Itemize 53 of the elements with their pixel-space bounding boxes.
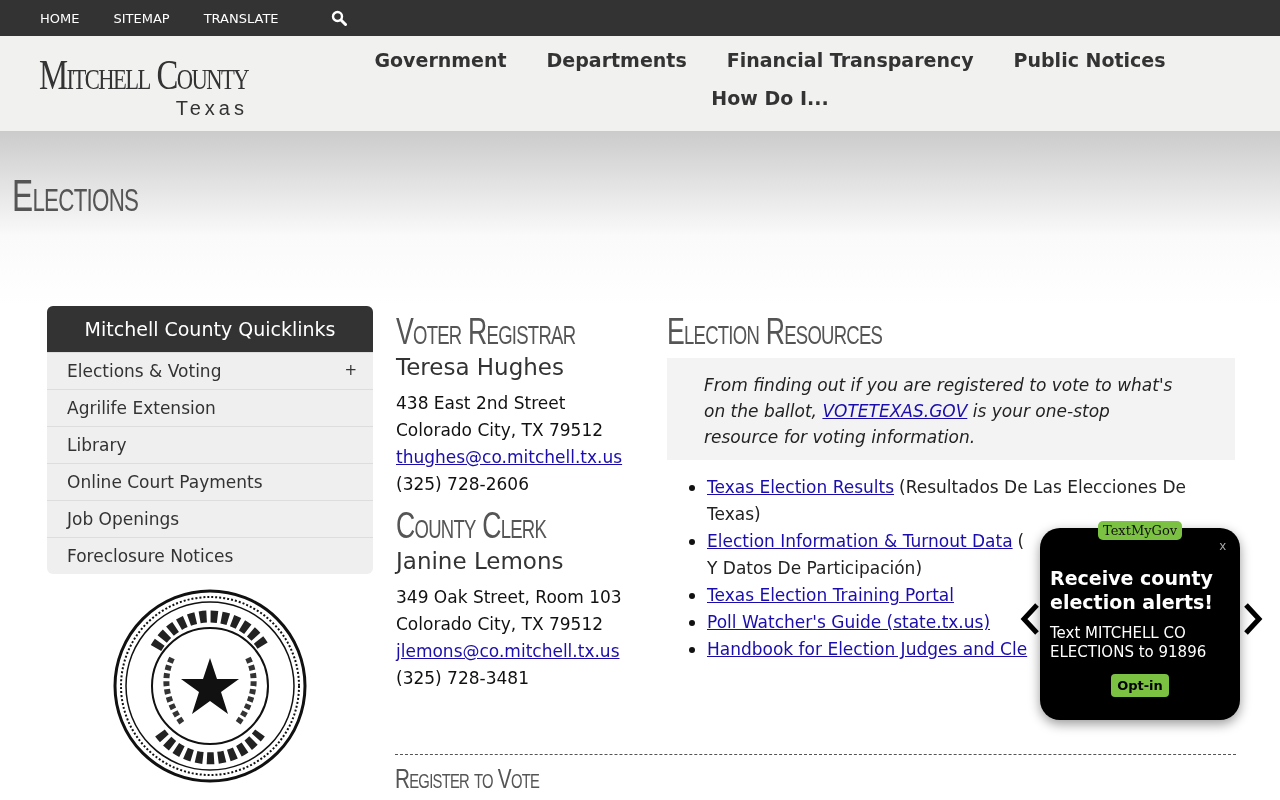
main-nav-link[interactable]: Departments: [546, 49, 687, 71]
email-link[interactable]: thughes@co.mitchell.tx.us: [396, 447, 623, 467]
resource-link[interactable]: Handbook for Election Judges and Cle: [707, 639, 1028, 659]
page-title: Elections: [12, 171, 139, 221]
search-icon[interactable]: [330, 10, 347, 26]
bullet-icon: [689, 593, 695, 599]
address-line: Colorado City, TX 79512: [396, 613, 605, 636]
resource-link[interactable]: Poll Watcher's Guide (state.tx.us): [707, 612, 991, 632]
phone-number: (325) 728-2606: [396, 473, 530, 496]
contact-name: Teresa Hughes: [396, 354, 565, 380]
resource-link[interactable]: Texas Election Results: [707, 477, 895, 497]
top-nav-link[interactable]: SITEMAP: [113, 10, 170, 26]
quicklinks-header: Mitchell County Quicklinks: [47, 306, 373, 352]
chevron-left-icon[interactable]: [1020, 602, 1040, 636]
contact-name: Janine Lemons: [396, 548, 565, 574]
chevron-right-icon[interactable]: [1243, 602, 1263, 636]
resource-link[interactable]: Texas Election Training Portal: [707, 585, 954, 605]
main-nav-link[interactable]: Public Notices: [1013, 49, 1166, 71]
quicklink-item[interactable]: Library: [47, 426, 373, 463]
votetexas-link[interactable]: VOTETEXAS.GOV: [822, 401, 968, 421]
bullet-icon: [689, 539, 695, 545]
resource-link[interactable]: Election Information & Turnout Data: [707, 531, 1013, 551]
main-nav-link[interactable]: Financial Transparency: [726, 49, 974, 71]
bullet-icon: [689, 620, 695, 626]
quicklink-item[interactable]: Elections & Voting +: [47, 352, 373, 389]
popup-message: Text MITCHELL CO ELECTIONS to 91896: [1050, 624, 1208, 662]
opt-in-button[interactable]: Opt-in: [1111, 674, 1169, 697]
top-nav-link[interactable]: HOME: [40, 10, 80, 26]
popup-title: Receive county election alerts!: [1050, 566, 1214, 614]
quicklink-item[interactable]: Foreclosure Notices: [47, 537, 373, 574]
email-link[interactable]: jlemons@co.mitchell.tx.us: [396, 641, 620, 661]
quicklink-item[interactable]: Online Court Payments: [47, 463, 373, 500]
address-line: 349 Oak Street, Room 103: [396, 586, 623, 609]
phone-number: (325) 728-3481: [396, 667, 530, 690]
section-heading: County Clerk: [396, 504, 548, 548]
brand-badge: TextMyGov: [1098, 521, 1183, 540]
top-nav-link[interactable]: TRANSLATE: [203, 10, 279, 26]
address-line: 438 East 2nd Street: [396, 392, 567, 415]
county-logo[interactable]: Mitchell County Texas: [0, 36, 300, 131]
expand-icon[interactable]: +: [344, 361, 357, 381]
section-heading: Election Resources: [667, 310, 884, 354]
quicklink-item[interactable]: Agrilife Extension: [47, 389, 373, 426]
address-line: Colorado City, TX 79512: [396, 419, 605, 442]
quicklink-item[interactable]: Job Openings: [47, 500, 373, 537]
main-nav-link[interactable]: Government: [374, 49, 507, 71]
section-heading: Register to Vote: [395, 762, 541, 796]
resource-item-text: Election Information & Turnout Data ( Y Datos De Participación): [707, 530, 1025, 580]
bullet-icon: [689, 485, 695, 491]
bullet-icon: [689, 647, 695, 653]
section-heading: Voter Registrar: [396, 310, 577, 354]
main-nav-link[interactable]: How Do I...: [711, 87, 829, 109]
close-button[interactable]: x: [1219, 538, 1226, 553]
intro-paragraph: From finding out if you are registered to vote to what's on the ballot, VOTETEXAS.GOV is your one-stop resource for voting information.: [704, 374, 1174, 449]
